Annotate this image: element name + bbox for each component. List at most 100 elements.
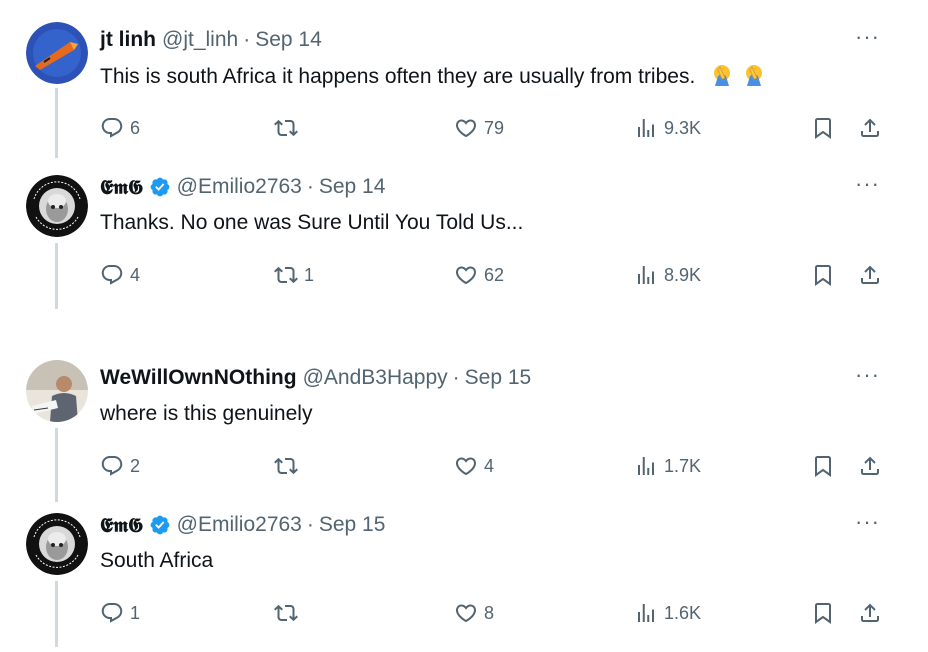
share-button[interactable] [858, 263, 882, 287]
facepalm-emoji [745, 65, 762, 86]
bookmark-button[interactable] [811, 263, 835, 287]
share-icon [858, 263, 882, 287]
retweet-count: 1 [304, 264, 315, 285]
timestamp[interactable]: Sep 15 [465, 366, 532, 390]
display-name[interactable]: jt linh [100, 28, 156, 52]
more-options-button[interactable]: ··· [855, 26, 880, 48]
tweet[interactable]: jt linh @jt_linh · Sep 14 ··· This is so… [0, 22, 908, 158]
tweet-header: 𝕰𝖒𝕲 @Emilio2763 · Sep 15 [100, 513, 385, 537]
reply-button[interactable]: 1 [100, 601, 140, 625]
avatar[interactable] [26, 513, 88, 575]
like-button[interactable]: 62 [454, 263, 504, 287]
reply-count: 6 [130, 117, 141, 138]
views-button[interactable]: 1.6K [634, 601, 701, 625]
display-name[interactable]: 𝕰𝖒𝕲 [100, 513, 143, 537]
views-button[interactable]: 1.7K [634, 454, 701, 478]
more-options-button[interactable]: ··· [855, 364, 880, 386]
retweet-button[interactable] [274, 601, 304, 625]
views-count: 1.7K [664, 455, 702, 476]
bookmark-icon [811, 263, 835, 287]
bookmark-icon [811, 454, 835, 478]
thread-panel-1: jt linh @jt_linh · Sep 14 ··· This is so… [0, 0, 908, 318]
like-count: 4 [484, 455, 495, 476]
tweet-text: South Africa [100, 549, 214, 572]
tweet-actions: 4 1 62 8.9K [100, 263, 890, 293]
reply-button[interactable]: 4 [100, 263, 140, 287]
retweet-button[interactable] [274, 454, 304, 478]
verified-badge-icon [149, 176, 171, 198]
share-button[interactable] [858, 601, 882, 625]
bookmark-button[interactable] [811, 601, 835, 625]
section-gap [0, 318, 928, 330]
retweet-icon [274, 263, 298, 287]
share-icon [858, 116, 882, 140]
views-count: 1.6K [664, 602, 702, 623]
reply-icon [100, 263, 124, 287]
tweet-header: jt linh @jt_linh · Sep 14 [100, 28, 322, 52]
display-name[interactable]: 𝕰𝖒𝕲 [100, 175, 143, 199]
retweet-icon [274, 116, 298, 140]
tweet-header: 𝕰𝖒𝕲 @Emilio2763 · Sep 14 [100, 175, 385, 199]
thread-line [55, 581, 58, 647]
timestamp[interactable]: Sep 14 [255, 28, 322, 52]
heart-icon [454, 601, 478, 625]
heart-icon [454, 263, 478, 287]
like-button[interactable]: 79 [454, 116, 504, 140]
like-button[interactable]: 4 [454, 454, 494, 478]
avatar[interactable] [26, 175, 88, 237]
display-name[interactable]: WeWillOwnNOthing [100, 366, 297, 390]
more-options-button[interactable]: ··· [855, 511, 880, 533]
handle[interactable]: @AndB3Happy [303, 366, 448, 390]
reply-icon [100, 116, 124, 140]
thread-line [55, 88, 58, 158]
handle[interactable]: @jt_linh [162, 28, 238, 52]
tweet[interactable]: WeWillOwnNOthing @AndB3Happy · Sep 15 ··… [0, 360, 908, 502]
like-button[interactable]: 8 [454, 601, 494, 625]
tweet[interactable]: 𝕰𝖒𝕲 @Emilio2763 · Sep 15 ··· South Afric… [0, 507, 908, 647]
facepalm-emoji [714, 65, 731, 86]
reply-button[interactable]: 6 [100, 116, 140, 140]
reply-button[interactable]: 2 [100, 454, 140, 478]
timestamp[interactable]: Sep 14 [319, 175, 386, 199]
like-count: 8 [484, 602, 495, 623]
views-icon [634, 454, 658, 478]
bookmark-button[interactable] [811, 454, 835, 478]
retweet-button[interactable] [274, 116, 304, 140]
tweet-header: WeWillOwnNOthing @AndB3Happy · Sep 15 [100, 366, 531, 390]
separator-dot: · [306, 513, 314, 536]
avatar[interactable] [26, 360, 88, 422]
bookmark-icon [811, 601, 835, 625]
share-icon [858, 601, 882, 625]
separator-dot: · [452, 366, 460, 389]
retweet-icon [274, 601, 298, 625]
separator-dot: · [243, 28, 251, 51]
avatar[interactable] [26, 22, 88, 84]
bookmark-icon [811, 116, 835, 140]
tweet-text: Thanks. No one was Sure Until You Told U… [100, 211, 524, 234]
views-button[interactable]: 9.3K [634, 116, 701, 140]
more-options-button[interactable]: ··· [855, 173, 880, 195]
like-count: 62 [484, 264, 505, 285]
verified-badge-icon [149, 514, 171, 536]
tweet-text: This is south Africa it happens often th… [100, 64, 765, 89]
thread-line [55, 243, 58, 309]
views-button[interactable]: 8.9K [634, 263, 701, 287]
views-icon [634, 116, 658, 140]
timestamp[interactable]: Sep 15 [319, 513, 386, 537]
tweet-text-body: This is south Africa it happens often th… [100, 65, 696, 88]
retweet-button[interactable]: 1 [274, 263, 314, 287]
reply-icon [100, 454, 124, 478]
reply-count: 1 [130, 602, 141, 623]
reply-count: 2 [130, 455, 141, 476]
tweet[interactable]: 𝕰𝖒𝕲 @Emilio2763 · Sep 14 ··· Thanks. No … [0, 169, 908, 309]
handle[interactable]: @Emilio2763 [177, 175, 302, 199]
tweet-actions: 1 8 1.6K [100, 601, 890, 631]
heart-icon [454, 454, 478, 478]
bookmark-button[interactable] [811, 116, 835, 140]
share-icon [858, 454, 882, 478]
handle[interactable]: @Emilio2763 [177, 513, 302, 537]
views-icon [634, 601, 658, 625]
share-button[interactable] [858, 454, 882, 478]
views-count: 9.3K [664, 117, 702, 138]
share-button[interactable] [858, 116, 882, 140]
